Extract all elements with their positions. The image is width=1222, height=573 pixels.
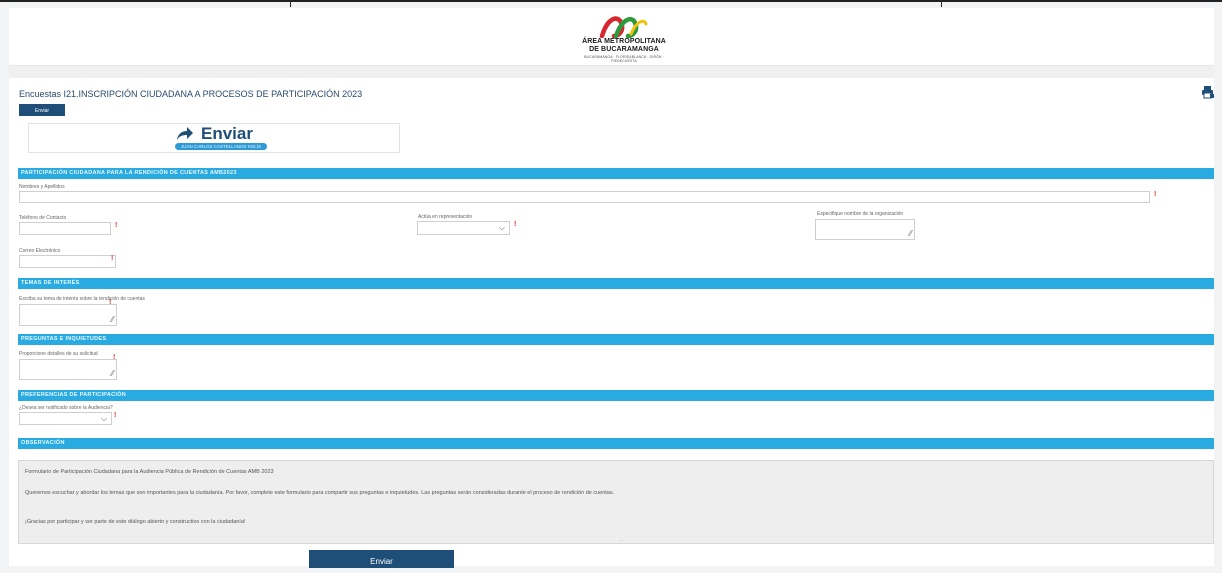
logo-tagline: BUCARAMANGA · FLORIDABLANCA · GIRÓN · PI… [584,55,664,63]
required-mark: ! [114,412,117,419]
logo-text-line2: DE BUCARAMANGA [589,46,659,53]
observacion-box: Formulario de Participación Ciudadana pa… [18,460,1214,544]
chevron-down-icon: ⌵ [100,414,107,423]
section-participacion: PARTICIPACIÓN CIUDADANA PARA LA RENDICIÓ… [18,168,1214,179]
survey-page: ÁREA METROPOLITANA DE BUCARAMANGA BUCARA… [9,8,1215,568]
top-border-tick [290,0,291,7]
resize-grip-icon[interactable]: ⁄⁄ [111,370,114,378]
detalles-label: Proporcione detalles de su solicitud [19,351,98,357]
nombres-label: Nombres y Apellidos [19,184,65,190]
tema-label: Escriba su tema de interés sobre la rend… [19,296,145,302]
section-preguntas: PREGUNTAS E INQUIETUDES [18,334,1214,345]
amb-logo: ÁREA METROPOLITANA DE BUCARAMANGA BUCARA… [574,12,674,64]
observacion-line: ¡Gracias por participar y ser parte de e… [25,519,246,525]
section-temas: TEMAS DE INTERÉS [18,278,1214,289]
especifique-textarea[interactable]: ⁄⁄ [815,219,915,240]
tema-textarea[interactable]: ⁄⁄ [19,304,117,326]
enviar-small-button[interactable]: Enviar [19,104,65,116]
header-band [9,66,1214,78]
required-mark: ! [115,222,118,229]
notificado-label: ¿Desea ser notificado sobre la Audiencia… [19,405,113,411]
share-arrow-icon [177,127,193,140]
logo-mark-icon [599,16,648,38]
actua-label: Actúa en representación [418,214,473,220]
detalles-textarea[interactable]: ⁄⁄ [19,359,117,380]
correo-label: Correo Electrónico [19,248,61,254]
telefono-label: Teléfono de Contacto [19,215,67,221]
especifique-label: Especifique nombre de la organización [817,211,904,217]
top-border-tick [941,0,942,7]
top-border [0,0,1222,2]
telefono-input[interactable] [19,222,111,235]
send-label: Enviar [201,124,253,143]
survey-title: Encuestas I21.INSCRIPCIÓN CIUDADANA A PR… [19,89,363,99]
print-icon[interactable] [1201,85,1215,99]
nombres-input[interactable] [19,191,1150,203]
observacion-line: Formulario de Participación Ciudadana pa… [25,469,274,475]
page-header: ÁREA METROPOLITANA DE BUCARAMANGA BUCARA… [9,8,1214,66]
required-mark: ! [1154,191,1157,198]
section-preferencias: PREFERENCIAS DE PARTICIPACIÓN [18,390,1214,401]
resize-grip-icon[interactable]: ⁄⁄ [909,230,912,238]
required-mark: ! [111,255,114,262]
notificado-select[interactable]: ⌵ [19,412,112,425]
logo-text-line1: ÁREA METROPOLITANA [582,38,666,45]
resize-grip-icon[interactable]: ···· [614,539,628,543]
correo-input[interactable] [19,255,116,268]
user-pill: JUAN CARLOS CASTELLANOS SOLÍS [175,143,267,150]
actua-select[interactable]: ⌵ [417,221,510,235]
required-mark: ! [514,221,517,228]
section-observacion: OBSERVACIÓN [18,438,1214,449]
send-action-box[interactable]: Enviar JUAN CARLOS CASTELLANOS SOLÍS [28,123,400,153]
chevron-down-icon: ⌵ [498,223,505,232]
submit-button[interactable]: Enviar [309,550,454,568]
observacion-line: Queremos escuchar y abordar los temas qu… [25,490,615,496]
resize-grip-icon[interactable]: ⁄⁄ [111,316,114,324]
